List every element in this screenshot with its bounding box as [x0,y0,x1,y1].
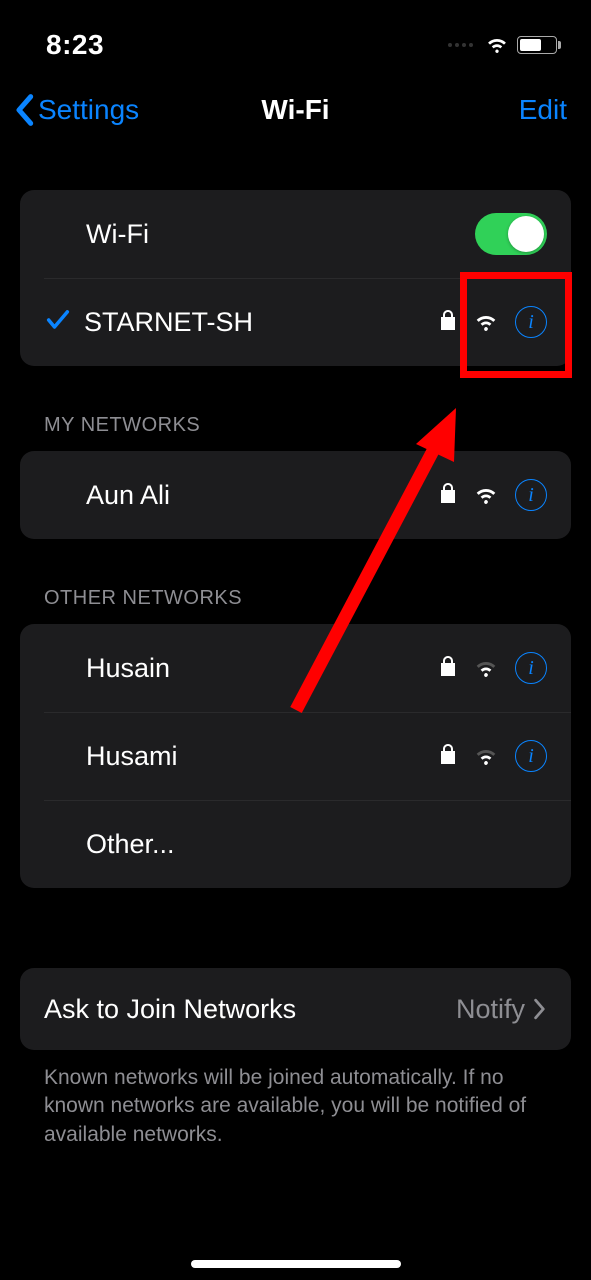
wifi-group: Wi-Fi STARNET-SH i [20,190,571,366]
wifi-status-icon [485,31,509,60]
back-label: Settings [38,94,139,126]
other-network-label: Other... [86,829,547,860]
lock-icon [439,655,457,682]
other-networks-header: OTHER NETWORKS [44,587,571,610]
wifi-toggle-row[interactable]: Wi-Fi [20,190,571,278]
connected-network-name: STARNET-SH [84,307,439,338]
other-networks-group: Husain i Husami i Other... [20,624,571,888]
wifi-signal-icon [473,482,499,509]
network-name: Husami [86,741,439,772]
my-networks-header: MY NETWORKS [44,414,571,437]
info-icon[interactable]: i [515,652,547,684]
ask-to-join-value: Notify [456,994,547,1025]
wifi-toggle-label: Wi-Fi [86,219,475,250]
my-networks-group: Aun Ali i [20,451,571,539]
page-title: Wi-Fi [261,94,329,126]
chevron-left-icon [14,93,34,127]
wifi-signal-icon [473,309,499,336]
ask-to-join-row[interactable]: Ask to Join Networks Notify [20,968,571,1050]
other-network-row[interactable]: Other... [20,800,571,888]
network-row[interactable]: Husain i [20,624,571,712]
wifi-toggle[interactable] [475,213,547,255]
status-bar: 8:23 [0,0,591,70]
info-icon[interactable]: i [515,306,547,338]
status-time: 8:23 [46,29,104,61]
lock-icon [439,482,457,509]
checkmark-icon [44,306,72,339]
edit-button[interactable]: Edit [519,94,567,126]
status-right [448,31,557,60]
network-name: Husain [86,653,439,684]
ask-to-join-footer: Known networks will be joined automatica… [44,1064,547,1149]
wifi-signal-icon [473,655,499,682]
cellular-dots-icon [448,43,473,47]
battery-icon [517,36,557,54]
wifi-signal-icon [473,743,499,770]
navbar: Settings Wi-Fi Edit [0,80,591,140]
lock-icon [439,309,457,336]
info-icon[interactable]: i [515,479,547,511]
network-row[interactable]: Husami i [20,712,571,800]
home-indicator[interactable] [191,1260,401,1268]
connected-network-row[interactable]: STARNET-SH i [20,278,571,366]
lock-icon [439,743,457,770]
info-icon[interactable]: i [515,740,547,772]
ask-to-join-label: Ask to Join Networks [44,994,296,1025]
back-button[interactable]: Settings [14,93,139,127]
ask-to-join-group: Ask to Join Networks Notify [20,968,571,1050]
network-row[interactable]: Aun Ali i [20,451,571,539]
chevron-right-icon [533,998,547,1020]
network-name: Aun Ali [86,480,439,511]
